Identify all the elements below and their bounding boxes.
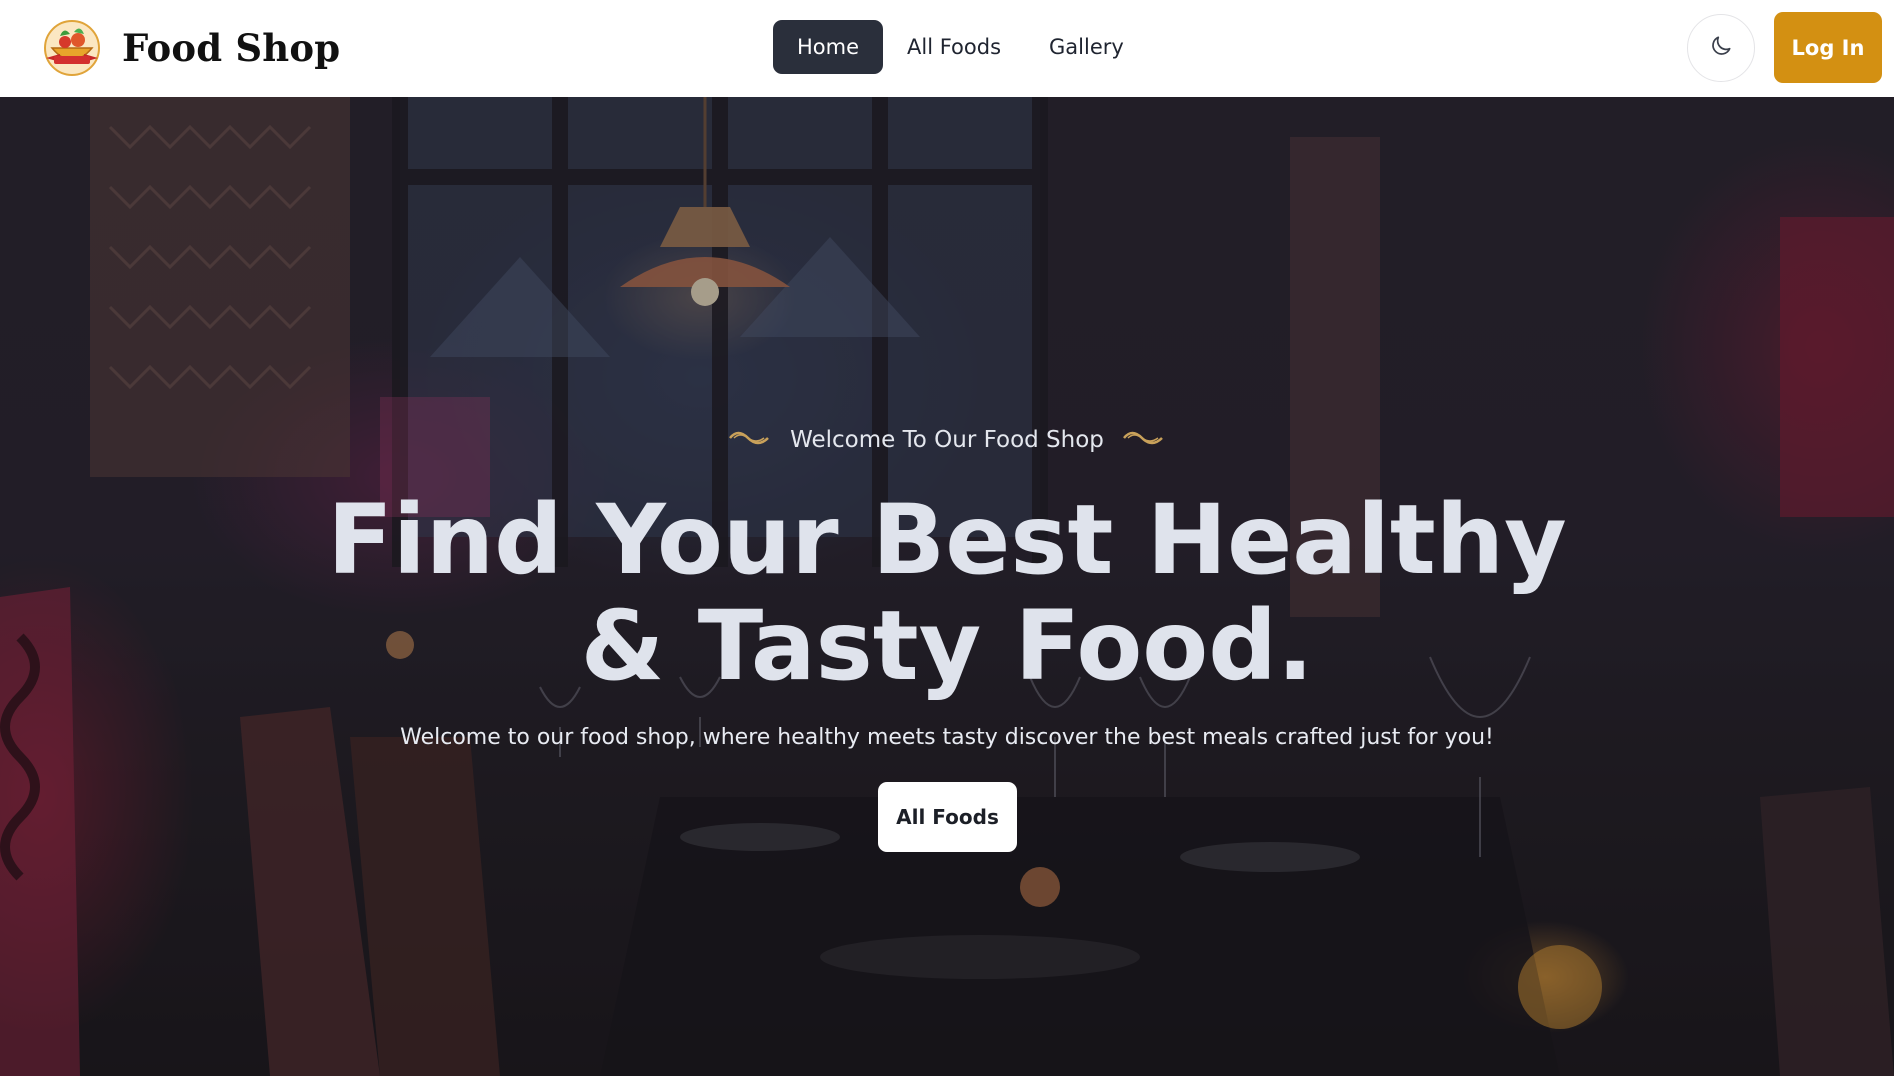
login-button[interactable]: Log In	[1774, 12, 1882, 83]
moon-icon	[1708, 33, 1734, 63]
nav-home[interactable]: Home	[773, 20, 884, 74]
navbar: Food Shop Home All Foods Gallery Log In	[0, 0, 1894, 97]
ornament-left-icon	[728, 429, 772, 451]
hero-eyebrow-text: Welcome To Our Food Shop	[790, 427, 1104, 453]
hero-title-line-1: Find Your Best Healthy	[327, 484, 1567, 596]
brand[interactable]: Food Shop	[40, 18, 340, 78]
hero-title: Find Your Best Healthy & Tasty Food.	[0, 487, 1894, 699]
all-foods-button[interactable]: All Foods	[878, 782, 1017, 852]
food-bowl-logo-icon	[40, 18, 104, 78]
hero-subtitle: Welcome to our food shop, where healthy …	[400, 725, 1494, 750]
nav-gallery[interactable]: Gallery	[1025, 20, 1148, 74]
nav-all-foods[interactable]: All Foods	[883, 20, 1025, 74]
main-nav: Home All Foods Gallery	[773, 20, 1148, 74]
hero-eyebrow: Welcome To Our Food Shop	[0, 427, 1894, 453]
hero-section: Welcome To Our Food Shop Find Your Best …	[0, 97, 1894, 1076]
ornament-right-icon	[1122, 429, 1166, 451]
hero-content: Welcome To Our Food Shop Find Your Best …	[0, 97, 1894, 1076]
hero-title-line-2: & Tasty Food.	[580, 590, 1314, 702]
theme-toggle-button[interactable]	[1687, 14, 1755, 82]
brand-name: Food Shop	[122, 26, 341, 70]
